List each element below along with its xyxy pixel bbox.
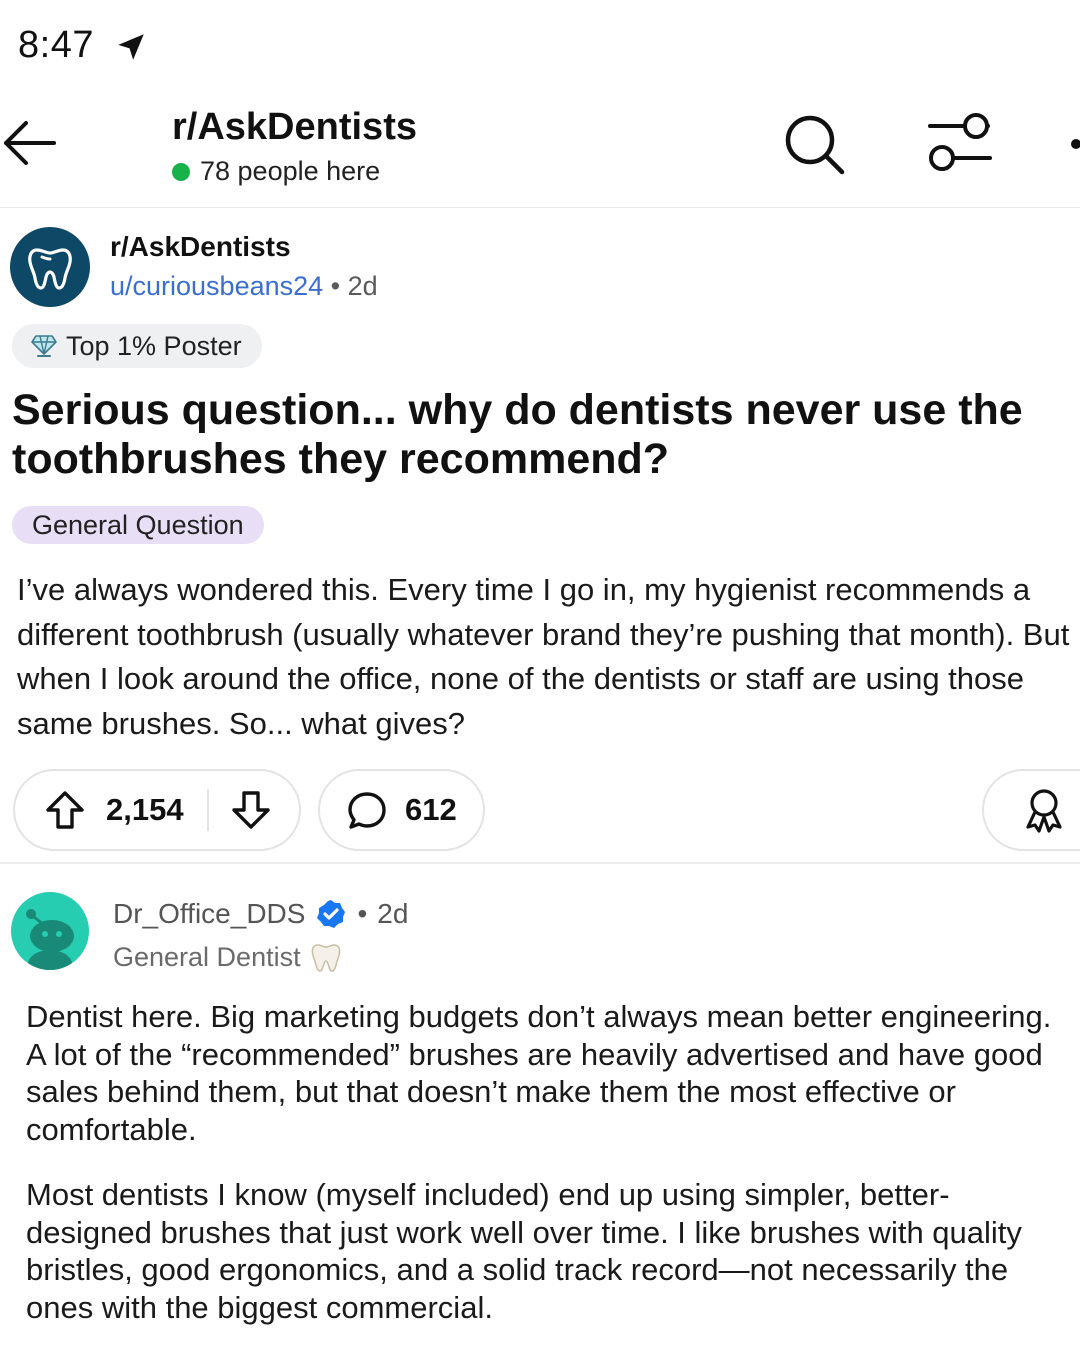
comment-age: 2d (377, 898, 409, 929)
award-icon[interactable] (1022, 787, 1066, 833)
location-arrow-icon (118, 34, 144, 60)
online-count: 78 people here (172, 156, 380, 187)
vote-separator (207, 789, 209, 831)
status-time: 8:47 (18, 24, 94, 66)
post-author-link[interactable]: u/curiousbeans24 (110, 271, 323, 301)
comment-flair-label: General Dentist (113, 941, 301, 972)
comment-author-row: Dr_Office_DDS • 2d (113, 898, 408, 930)
comments-button[interactable] (318, 769, 485, 851)
online-count-text: 78 people here (200, 156, 381, 186)
comment-bubble-icon[interactable] (346, 789, 388, 831)
comment-paragraph: Most dentists I know (myself included) e… (26, 1177, 1022, 1325)
header-divider (0, 207, 1080, 208)
post-divider (0, 862, 1080, 864)
post-title[interactable]: Serious question... why do dentists neve… (12, 386, 1072, 484)
post-body: I’ve always wondered this. Every time I … (17, 572, 1070, 741)
post-meta: u/curiousbeans24 • 2d (110, 271, 378, 302)
subreddit-title[interactable]: r/AskDentists (172, 106, 417, 149)
comment-count[interactable]: 612 (405, 792, 457, 828)
verified-badge-icon (317, 900, 346, 928)
filter-icon[interactable] (926, 112, 994, 176)
comment-author[interactable]: Dr_Office_DDS (113, 898, 305, 930)
meta-separator: • (330, 271, 341, 301)
user-flair-label: Top 1% Poster (66, 330, 242, 361)
online-indicator (172, 162, 190, 181)
comment-paragraph: Dentist here. Big marketing budgets don’… (26, 999, 1052, 1147)
post-tag[interactable]: General Question (12, 506, 264, 544)
subreddit-avatar[interactable] (10, 227, 90, 307)
upvote-arrow-icon[interactable] (44, 789, 86, 831)
back-arrow-icon[interactable] (0, 112, 62, 174)
more-icon[interactable] (1066, 134, 1080, 154)
snoo-avatar-icon (26, 909, 74, 970)
avatar[interactable] (11, 892, 89, 970)
vote-count: 2,154 (106, 792, 184, 827)
post-age: 2d (347, 271, 378, 301)
diamond-trophy-icon (31, 335, 57, 357)
comment-separator: • (357, 898, 368, 929)
tooth-icon (311, 944, 340, 972)
tooth-icon (28, 248, 72, 290)
comment-flair: General Dentist (113, 940, 343, 974)
downvote-arrow-icon[interactable] (230, 789, 272, 831)
post-subreddit[interactable]: r/AskDentists (110, 231, 291, 263)
user-flair-badge: Top 1% Poster (12, 324, 262, 368)
search-icon[interactable] (782, 112, 846, 176)
